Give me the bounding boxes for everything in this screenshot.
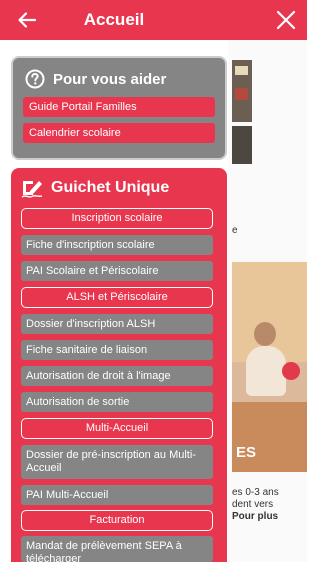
mandat-sepa-link[interactable]: Mandat de prélèvement SEPA à télécharger [21,536,213,562]
background-thumbnail[interactable] [232,126,252,164]
background-text-fragment: e [232,225,238,236]
close-icon[interactable] [274,8,298,32]
background-thumbnail[interactable] [232,60,252,122]
page-title: Accueil [83,10,145,29]
autorisation-sortie-link[interactable]: Autorisation de sortie [21,392,213,412]
background-text-line: Pour plus [232,511,307,523]
autorisation-droit-image-link[interactable]: Autorisation de droit à l'image [21,366,213,386]
section-facturation[interactable]: Facturation [21,510,213,531]
calendrier-scolaire-link[interactable]: Calendrier scolaire [23,123,215,143]
dossier-pre-inscription-multi-accueil-link[interactable]: Dossier de pré-inscription au Multi-Accu… [21,445,213,479]
fiche-inscription-scolaire-link[interactable]: Fiche d'inscription scolaire [21,235,213,255]
guichet-unique-card: Guichet Unique Inscription scolaire Fich… [11,168,227,562]
top-bar: Accueil [0,0,307,40]
help-card: Pour vous aider Guide Portail Familles C… [11,56,227,160]
section-alsh-periscolaire[interactable]: ALSH et Périscolaire [21,287,213,308]
fiche-sanitaire-link[interactable]: Fiche sanitaire de liaison [21,340,213,360]
guichet-unique-title: Guichet Unique [51,179,170,196]
thumbnail-detail [235,66,248,75]
background-text-line: dent vers [232,499,274,510]
help-card-title: Pour vous aider [53,70,167,88]
side-menu: Pour vous aider Guide Portail Familles C… [0,0,228,562]
background-photo[interactable]: ES [232,262,307,472]
background-text-line: es 0-3 ans [232,487,279,498]
photo-ball [282,362,300,380]
guichet-unique-header: Guichet Unique [21,176,169,200]
guide-portail-familles-link[interactable]: Guide Portail Familles [23,97,215,117]
dossier-inscription-alsh-link[interactable]: Dossier d'inscription ALSH [21,314,213,334]
signature-icon [21,181,43,198]
photo-caption: ES [236,444,257,461]
background-text-bold[interactable]: Pour plus [232,511,278,522]
section-inscription-scolaire[interactable]: Inscription scolaire [21,208,213,229]
pai-multi-accueil-link[interactable]: PAI Multi-Accueil [21,485,213,505]
photo-child-head [254,322,276,346]
photo-child-body [246,346,286,396]
photo-floor [232,402,307,472]
pai-scolaire-link[interactable]: PAI Scolaire et Périscolaire [21,261,213,281]
thumbnail-detail [235,88,248,100]
question-circle-icon [25,69,45,89]
background-text-block: es 0-3 ans dent vers Pour plus [232,487,307,523]
help-card-header: Pour vous aider [25,68,166,90]
section-multi-accueil[interactable]: Multi-Accueil [21,418,213,439]
